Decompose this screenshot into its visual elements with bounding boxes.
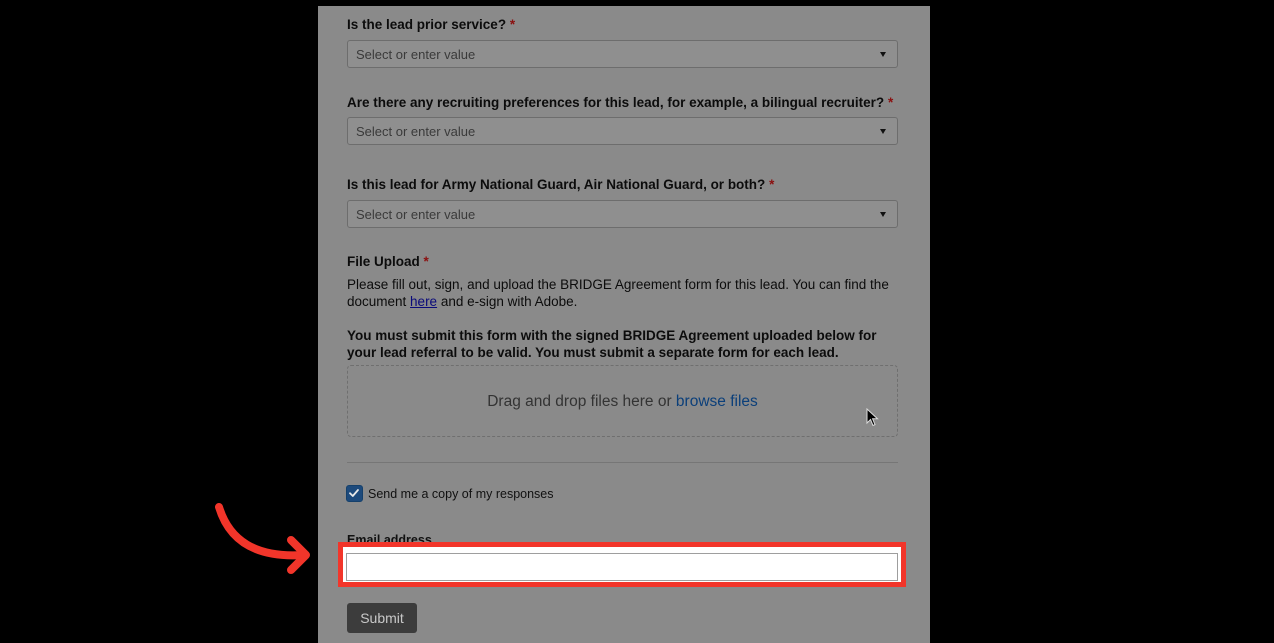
question-label-recruiting-preferences: Are there any recruiting preferences for…	[347, 95, 894, 110]
document-link[interactable]: here	[410, 294, 437, 309]
question-label-guard-type: Is this lead for Army National Guard, Ai…	[347, 177, 775, 192]
caret-down-icon	[880, 52, 886, 57]
pointer-arrow-icon	[215, 503, 310, 574]
mouse-cursor-icon	[866, 408, 879, 427]
question-label-prior-service: Is the lead prior service? *	[347, 17, 516, 32]
file-upload-label: File Upload *	[347, 254, 429, 269]
submission-notice: You must submit this form with the signe…	[347, 328, 877, 360]
section-divider	[347, 462, 898, 463]
caret-down-icon	[880, 212, 886, 217]
required-marker: *	[887, 95, 894, 110]
select-placeholder: Select or enter value	[356, 124, 476, 139]
prior-service-select[interactable]: Select or enter value	[347, 40, 898, 68]
browse-files-link[interactable]: browse files	[676, 393, 758, 410]
select-placeholder: Select or enter value	[356, 207, 476, 222]
recruiting-preferences-select[interactable]: Select or enter value	[347, 117, 898, 145]
email-address-input[interactable]	[346, 553, 898, 581]
submit-button[interactable]: Submit	[347, 603, 417, 633]
send-copy-checkbox[interactable]	[346, 485, 363, 502]
required-marker: *	[769, 177, 775, 192]
file-dropzone[interactable]: Drag and drop files here or browse files	[347, 365, 898, 437]
required-marker: *	[509, 17, 516, 32]
dropzone-text: Drag and drop files here or browse files	[487, 393, 758, 410]
guard-type-select[interactable]: Select or enter value	[347, 200, 898, 228]
caret-down-icon	[880, 129, 886, 134]
checkmark-icon	[349, 489, 359, 497]
send-copy-label: Send me a copy of my responses	[368, 487, 554, 501]
select-placeholder: Select or enter value	[356, 47, 476, 62]
required-marker: *	[423, 254, 429, 269]
file-upload-description: Please fill out, sign, and upload the BR…	[347, 277, 889, 309]
